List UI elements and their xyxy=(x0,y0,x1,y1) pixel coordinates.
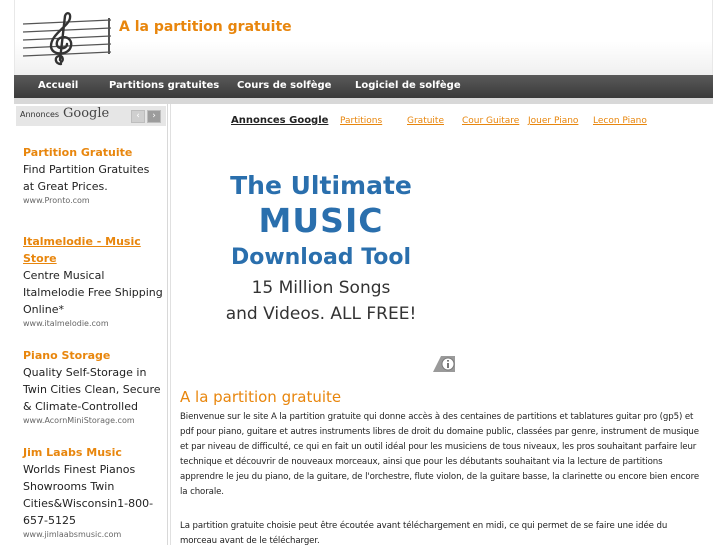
ad-links-row: Annonces Google Partitions Gratuite Cour… xyxy=(171,115,714,132)
ad-description: Find Partition Gratuites at Great Prices… xyxy=(23,163,150,193)
ad-url[interactable]: www.jimlaabsmusic.com xyxy=(23,529,163,541)
banner-line: MUSIC xyxy=(258,201,384,240)
banner-line: The Ultimate xyxy=(230,171,412,200)
sidebar-ads: Annonces Google ‹ › Partition Gratuite F… xyxy=(14,104,168,545)
ad-item: Piano Storage Quality Self-Storage in Tw… xyxy=(23,347,163,427)
music-download-banner[interactable]: The Ultimate MUSIC Download Tool 15 Mill… xyxy=(201,170,441,370)
banner-line: Download Tool xyxy=(230,245,412,270)
treble-clef-logo-icon[interactable] xyxy=(21,10,113,68)
ad-description: Quality Self-Storage in Twin Cities Clea… xyxy=(23,366,161,413)
ad-url[interactable]: www.Pronto.com xyxy=(23,195,163,207)
ad-description: Worlds Finest Pianos Showrooms Twin Citi… xyxy=(23,463,154,527)
nav-item-logiciel-de-solfege[interactable]: Logiciel de solfège xyxy=(355,80,461,91)
nav-item-partitions-gratuites[interactable]: Partitions gratuites xyxy=(109,80,219,91)
main-nav: Accueil Partitions gratuites Cours de so… xyxy=(14,75,713,98)
ads-header-bar: Annonces Google ‹ › xyxy=(16,106,166,126)
intro-paragraph: Bienvenue sur le site A la partition gra… xyxy=(180,412,700,497)
ad-title[interactable]: Partition Gratuite xyxy=(23,144,163,161)
ad-url[interactable]: www.AcornMiniStorage.com xyxy=(23,415,163,427)
google-logo[interactable]: Google xyxy=(63,106,109,121)
ad-url[interactable]: www.italmelodie.com xyxy=(23,318,163,330)
site-header: A la partition gratuite xyxy=(0,0,727,75)
site-title[interactable]: A la partition gratuite xyxy=(119,19,292,35)
nav-item-accueil[interactable]: Accueil xyxy=(38,80,78,91)
ad-link-partitions[interactable]: Partitions xyxy=(340,116,382,126)
ad-link-gratuite[interactable]: Gratuite xyxy=(407,116,444,126)
ads-next-arrow-icon[interactable]: › xyxy=(147,110,161,123)
ad-link-jouer-piano[interactable]: Jouer Piano xyxy=(528,116,578,126)
main-content: Annonces Google Partitions Gratuite Cour… xyxy=(170,104,713,545)
ads-label: Annonces xyxy=(20,110,60,119)
ads-prev-arrow-icon[interactable]: ‹ xyxy=(131,110,145,123)
ad-link-cour-guitare[interactable]: Cour Guitare xyxy=(462,116,519,126)
banner-line: and Videos. ALL FREE! xyxy=(225,304,417,324)
ad-link-lecon-piano[interactable]: Lecon Piano xyxy=(593,116,647,126)
download-paragraph: La partition gratuite choisie peut être … xyxy=(180,521,668,545)
ad-title[interactable]: Jim Laabs Music xyxy=(23,444,163,461)
ad-item: Italmelodie - Music Store Centre Musical… xyxy=(23,233,163,330)
ad-item: Partition Gratuite Find Partition Gratui… xyxy=(23,144,163,207)
nav-item-cours-de-solfege[interactable]: Cours de solfège xyxy=(237,80,331,91)
ad-title[interactable]: Italmelodie - Music Store xyxy=(23,233,163,267)
ad-item: Jim Laabs Music Worlds Finest Pianos Sho… xyxy=(23,444,163,541)
page-title: A la partition gratuite xyxy=(180,388,342,406)
ad-links-header[interactable]: Annonces Google xyxy=(231,115,328,126)
info-icon[interactable] xyxy=(433,354,455,372)
header-banner: A la partition gratuite xyxy=(14,0,713,75)
ads-arrows: ‹ › xyxy=(131,110,161,123)
ad-description: Centre Musical Italmelodie Free Shipping… xyxy=(23,269,163,316)
ad-title[interactable]: Piano Storage xyxy=(23,347,163,364)
banner-line: 15 Million Songs xyxy=(251,278,391,298)
